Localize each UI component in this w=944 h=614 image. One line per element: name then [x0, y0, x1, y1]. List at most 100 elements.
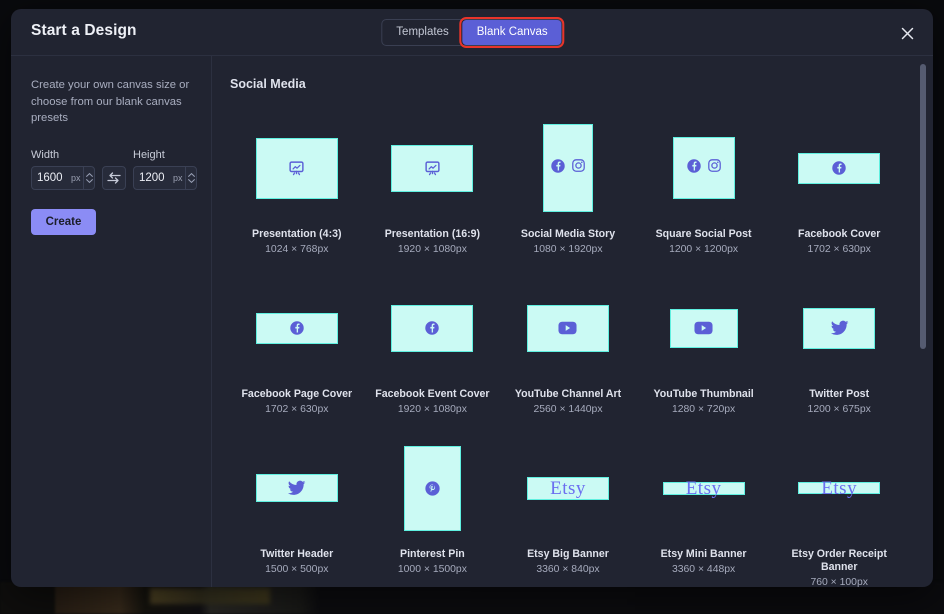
preset-card[interactable]: Etsy Etsy Mini Banner 3360 × 448px [636, 437, 772, 587]
preset-dimensions: 1702 × 630px [807, 244, 871, 255]
preset-thumbnail-box [229, 277, 365, 379]
preset-label: Social Media Story [520, 228, 616, 240]
close-icon[interactable] [895, 21, 919, 45]
preset-thumbnail [255, 137, 338, 199]
preset-card[interactable]: YouTube Thumbnail 1280 × 720px [636, 277, 772, 415]
preset-label: Facebook Event Cover [375, 388, 490, 400]
tab-templates[interactable]: Templates [382, 20, 462, 45]
height-unit: px [173, 172, 183, 183]
preset-dimensions: 1200 × 1200px [669, 244, 739, 255]
preset-thumbnail [255, 312, 338, 344]
preset-card[interactable]: Presentation (4:3) 1024 × 768px [229, 117, 365, 255]
preset-thumbnail-box: Etsy [771, 437, 907, 539]
preset-card[interactable]: Facebook Page Cover 1702 × 630px [229, 277, 365, 415]
width-input-wrapper[interactable]: px [31, 165, 95, 190]
preset-thumbnail-box [229, 117, 365, 219]
preset-card[interactable]: Facebook Event Cover 1920 × 1080px [365, 277, 501, 415]
preset-card[interactable]: Twitter Post 1200 × 675px [771, 277, 907, 415]
preset-dimensions: 1024 × 768px [265, 244, 329, 255]
preset-dimensions: 3360 × 840px [536, 564, 600, 575]
section-social-media: Social Media Presentation (4:3) 1024 × 76… [229, 77, 907, 587]
scrollbar-track[interactable] [920, 64, 926, 579]
tab-blank-canvas[interactable]: Blank Canvas [459, 17, 565, 48]
instagram-icon [707, 158, 722, 178]
preset-label: YouTube Channel Art [514, 388, 622, 400]
width-field-group: Width px [31, 149, 95, 190]
presets-scroll-area[interactable]: Social Media Presentation (4:3) 1024 × 76… [212, 56, 933, 587]
preset-thumbnail [391, 144, 474, 192]
facebook-icon [686, 158, 702, 179]
preset-thumbnail: Etsy [662, 477, 745, 499]
preset-thumbnail-box [771, 277, 907, 379]
preset-thumbnail [542, 124, 593, 212]
custom-size-panel: Create your own canvas size or choose fr… [11, 56, 212, 587]
width-stepper[interactable] [82, 166, 93, 189]
preset-label: Presentation (16:9) [384, 228, 481, 240]
preset-dimensions: 2560 × 1440px [533, 404, 603, 415]
preset-dimensions: 1920 × 1080px [397, 244, 467, 255]
preset-card[interactable]: Etsy Etsy Order Receipt Banner 760 × 100px [771, 437, 907, 588]
preset-thumbnail [403, 445, 461, 531]
preset-thumbnail-box [365, 437, 501, 539]
preset-thumbnail: Etsy [798, 479, 881, 498]
preset-thumbnail-box [636, 277, 772, 379]
preset-grid: Presentation (4:3) 1024 × 768px Presentat… [229, 117, 907, 587]
preset-dimensions: 1080 × 1920px [533, 244, 603, 255]
preset-label: Twitter Post [809, 388, 870, 400]
panel-description: Create your own canvas size or choose fr… [31, 79, 190, 124]
preset-dimensions: 1920 × 1080px [397, 404, 467, 415]
height-stepper[interactable] [184, 166, 195, 189]
preset-dimensions: 1000 × 1500px [397, 564, 467, 575]
twitter-icon [830, 320, 849, 336]
preset-card[interactable]: Presentation (16:9) 1920 × 1080px [365, 117, 501, 255]
preset-label: Facebook Cover [797, 228, 881, 240]
preset-dimensions: 1200 × 675px [807, 404, 871, 415]
scrollbar-thumb[interactable] [920, 64, 926, 349]
youtube-icon [694, 321, 713, 335]
preset-card[interactable]: Social Media Story 1080 × 1920px [500, 117, 636, 255]
youtube-icon [558, 321, 578, 335]
section-title: Social Media [230, 77, 306, 91]
dimension-fields: Width px [31, 149, 197, 190]
twitter-icon [287, 480, 306, 496]
preset-label: YouTube Thumbnail [653, 388, 754, 400]
preset-thumbnail: Etsy [526, 476, 609, 500]
preset-thumbnail [672, 137, 735, 199]
create-button[interactable]: Create [31, 208, 96, 235]
instagram-icon [571, 158, 586, 178]
presentation-icon [424, 160, 441, 177]
preset-label: Facebook Page Cover [241, 388, 353, 400]
width-unit: px [71, 172, 81, 183]
page-title: Start a Design [31, 22, 137, 39]
preset-thumbnail [526, 304, 609, 352]
preset-dimensions: 1280 × 720px [671, 404, 736, 415]
screen: Start a Design Templates Blank Canvas Cre… [0, 0, 944, 614]
height-input[interactable] [139, 171, 173, 184]
width-input[interactable] [37, 171, 71, 184]
etsy-wordmark: Etsy [550, 477, 586, 499]
height-input-wrapper[interactable]: px [133, 165, 197, 190]
preset-thumbnail [391, 304, 474, 352]
preset-card[interactable]: Facebook Cover 1702 × 630px [771, 117, 907, 255]
preset-card[interactable]: Square Social Post 1200 × 1200px [636, 117, 772, 255]
etsy-wordmark: Etsy [685, 477, 722, 499]
preset-dimensions: 760 × 100px [810, 577, 868, 587]
preset-label: Pinterest Pin [400, 548, 465, 560]
preset-label: Twitter Header [260, 548, 334, 560]
preset-card[interactable]: Etsy Etsy Big Banner 3360 × 840px [500, 437, 636, 587]
preset-label: Etsy Mini Banner [660, 548, 747, 560]
facebook-icon [289, 320, 305, 336]
swap-dimensions-icon[interactable] [102, 165, 126, 190]
start-a-design-dialog: Start a Design Templates Blank Canvas Cre… [11, 9, 933, 587]
preset-card[interactable]: Twitter Header 1500 × 500px [229, 437, 365, 587]
preset-thumbnail-box [636, 117, 772, 219]
dialog-header: Start a Design Templates Blank Canvas [11, 9, 933, 56]
preset-thumbnail-box [365, 277, 501, 379]
preset-label: Etsy Order Receipt Banner [791, 548, 887, 573]
preset-dimensions: 3360 × 448px [671, 564, 736, 575]
preset-card[interactable]: YouTube Channel Art 2560 × 1440px [500, 277, 636, 415]
height-field-group: Height px [133, 149, 197, 190]
preset-thumbnail [803, 307, 876, 349]
preset-card[interactable]: Pinterest Pin 1000 × 1500px [365, 437, 501, 587]
preset-thumbnail [255, 474, 338, 502]
